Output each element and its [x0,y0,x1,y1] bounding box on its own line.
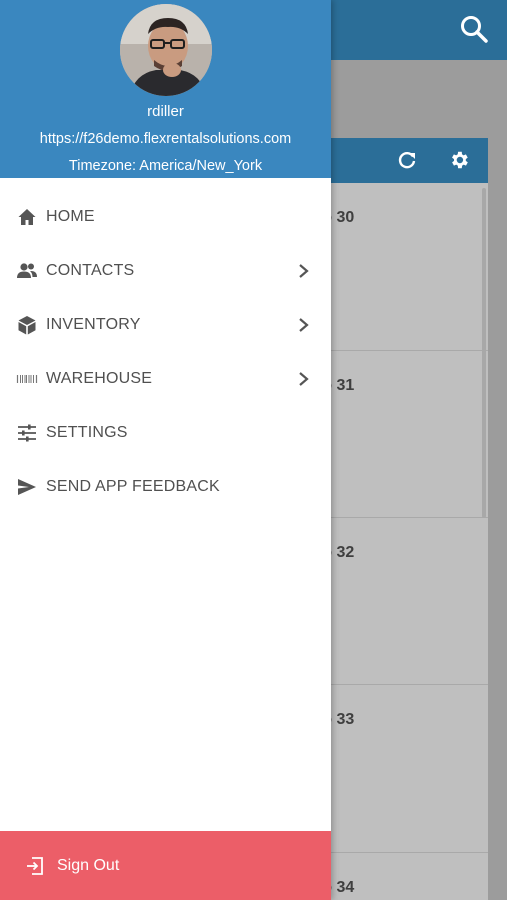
menu-item-label: CONTACTS [46,262,135,279]
refresh-icon[interactable] [396,149,418,171]
box-icon [16,314,38,336]
gear-icon[interactable] [448,149,470,171]
menu-item-warehouse[interactable]: WAREHOUSE [0,352,331,406]
scrollbar[interactable] [482,188,486,518]
menu-item-label: SEND APP FEEDBACK [46,478,220,495]
menu-item-send-feedback[interactable]: SEND APP FEEDBACK [0,460,331,514]
chevron-right-icon [296,261,312,281]
menu-item-label: INVENTORY [46,316,141,333]
menu-item-settings[interactable]: SETTINGS [0,406,331,460]
sign-out-label: Sign Out [57,856,120,874]
server-url: https://f26demo.flexrentalsolutions.com [39,131,292,147]
home-icon [16,206,38,228]
chevron-right-icon [296,315,312,335]
menu-item-label: WAREHOUSE [46,370,153,387]
menu-item-label: SETTINGS [46,424,128,441]
menu-item-label: HOME [46,208,95,225]
menu-item-home[interactable]: HOME [0,190,331,244]
send-icon [16,476,38,498]
menu-item-inventory[interactable]: INVENTORY [0,298,331,352]
barcode-icon [16,368,38,390]
search-icon[interactable] [459,14,489,44]
sign-out-button[interactable]: Sign Out [0,831,331,900]
navigation-drawer: rdiller https://f26demo.flexrentalsoluti… [0,0,331,900]
menu-item-contacts[interactable]: CONTACTS [0,244,331,298]
contacts-icon [16,260,38,282]
drawer-header: rdiller https://f26demo.flexrentalsoluti… [0,0,331,178]
timezone-label: Timezone: America/New_York [68,158,263,174]
chevron-right-icon [296,369,312,389]
drawer-menu: HOME CONTACTS INVENTORY WAREHOUSE SETTIN… [0,190,331,514]
user-name: rdiller [147,103,184,120]
avatar [120,4,212,96]
sliders-icon [16,422,38,444]
sign-out-icon [25,856,45,876]
